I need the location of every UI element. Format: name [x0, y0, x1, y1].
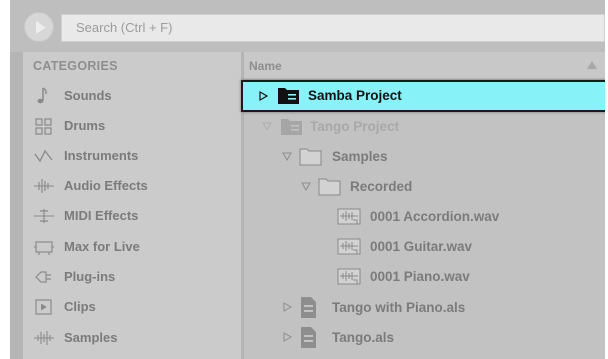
tree-row-samples-folder[interactable]: Samples: [244, 142, 605, 172]
row-label: Samples: [332, 149, 388, 164]
expand-triangle-icon: [301, 182, 311, 191]
row-label: Samba Project: [308, 88, 402, 103]
browser-window: Search (Ctrl + F) CATEGORIES Sounds Drum…: [10, 0, 605, 359]
row-label: Recorded: [350, 179, 413, 194]
tree-row-live-set[interactable]: Tango.als: [244, 323, 605, 353]
plugin-icon: [35, 271, 51, 283]
live-set-icon: [301, 327, 316, 348]
sidebar-item-label: Max for Live: [64, 239, 140, 254]
collapse-triangle-icon: [283, 332, 292, 342]
wave-icon: [34, 149, 53, 163]
row-label: Tango.als: [332, 330, 395, 345]
sort-ascending-icon: [587, 61, 597, 69]
categories-header: CATEGORIES: [33, 59, 118, 73]
tree-row-live-set[interactable]: Tango with Piano.als: [244, 293, 605, 323]
project-folder-icon: [281, 119, 302, 135]
sidebar-item-label: Plug-ins: [64, 269, 116, 284]
name-column-header[interactable]: Name: [244, 52, 605, 80]
search-placeholder: Search (Ctrl + F): [76, 20, 173, 35]
sidebar-item-clips[interactable]: Clips: [23, 292, 241, 322]
sidebar-item-audio-effects[interactable]: Audio Effects: [23, 171, 241, 201]
clip-icon: [35, 299, 52, 315]
sidebar-item-max-for-live[interactable]: Max for Live: [23, 232, 241, 262]
tree-row-tango-project[interactable]: Tango Project: [244, 112, 605, 142]
sidebar-item-sounds[interactable]: Sounds: [23, 81, 241, 111]
folder-icon: [318, 178, 341, 196]
audio-file-icon: [337, 268, 361, 285]
tree-row-audio-file[interactable]: 0001 Piano.wav: [244, 262, 605, 292]
search-input[interactable]: Search (Ctrl + F): [61, 14, 605, 42]
note-icon: [37, 87, 47, 104]
file-browser-pane: Name Tango Project Samples Recorded 0001…: [241, 52, 605, 359]
folder-icon: [299, 148, 322, 166]
expand-triangle-icon: [282, 152, 292, 161]
sidebar-item-label: Drums: [64, 118, 106, 133]
sample-icon: [34, 331, 54, 345]
max-for-live-icon: [34, 241, 54, 255]
play-icon: [36, 21, 46, 34]
tree-row-recorded-folder[interactable]: Recorded: [244, 172, 605, 202]
expand-triangle-icon: [262, 122, 272, 131]
drum-grid-icon: [35, 118, 52, 135]
sidebar-item-plug-ins[interactable]: Plug-ins: [23, 262, 241, 292]
toolbar: Search (Ctrl + F): [10, 0, 605, 52]
sidebar-item-label: Audio Effects: [64, 178, 148, 193]
tree-row-audio-file[interactable]: 0001 Accordion.wav: [244, 202, 605, 232]
collapse-triangle-icon: [259, 91, 268, 101]
audio-file-icon: [337, 208, 361, 225]
row-label: 0001 Guitar.wav: [370, 239, 473, 254]
collapse-triangle-icon: [283, 302, 292, 312]
audio-file-icon: [337, 238, 361, 255]
audio-effects-icon: [34, 179, 54, 193]
row-label: 0001 Accordion.wav: [370, 209, 500, 224]
midi-effects-icon: [34, 209, 54, 223]
sidebar-item-midi-effects[interactable]: MIDI Effects: [23, 201, 241, 231]
sidebar-item-label: Samples: [64, 330, 118, 345]
row-label: Tango with Piano.als: [332, 300, 466, 315]
sidebar-item-label: Clips: [64, 299, 96, 314]
sidebar-item-label: Instruments: [64, 148, 139, 163]
row-label: 0001 Piano.wav: [370, 269, 470, 284]
project-folder-icon: [278, 88, 299, 104]
column-header-label: Name: [249, 59, 282, 73]
sidebar-item-drums[interactable]: Drums: [23, 111, 241, 141]
play-preview-button[interactable]: [24, 12, 54, 42]
live-set-icon: [301, 297, 316, 318]
tree-row-samba-project[interactable]: Samba Project: [241, 80, 605, 112]
row-label: Tango Project: [310, 119, 400, 134]
sidebar-item-label: MIDI Effects: [64, 208, 139, 223]
categories-sidebar: CATEGORIES Sounds Drums Instruments Audi…: [23, 52, 241, 359]
sidebar-item-samples[interactable]: Samples: [23, 323, 241, 353]
sidebar-item-instruments[interactable]: Instruments: [23, 141, 241, 171]
tree-row-audio-file[interactable]: 0001 Guitar.wav: [244, 232, 605, 262]
sidebar-item-label: Sounds: [64, 88, 112, 103]
